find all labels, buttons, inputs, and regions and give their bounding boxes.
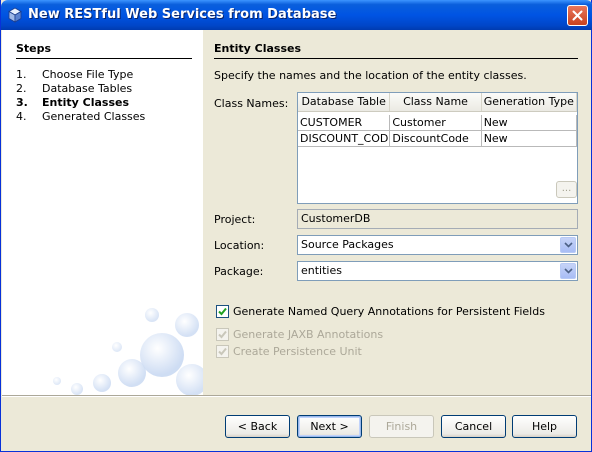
persistence-unit-checkbox[interactable] [216, 345, 229, 358]
jaxb-annotations-checkbox[interactable] [216, 328, 229, 341]
step-item: 2. Database Tables [16, 82, 132, 95]
class-names-label: Class Names: [214, 97, 289, 110]
table-row[interactable]: DISCOUNT_CODE DiscountCode New [298, 131, 577, 147]
table-header: Database Table Class Name Generation Typ… [298, 93, 577, 112]
dialog-window: New RESTful Web Services from Database S… [0, 0, 592, 452]
chevron-down-icon [563, 242, 573, 248]
step-label: Database Tables [42, 82, 133, 95]
package-combobox[interactable]: entities [297, 261, 578, 281]
step-number: 1. [16, 68, 27, 81]
dropdown-arrow[interactable] [560, 263, 576, 279]
step-label: Entity Classes [42, 96, 130, 109]
table-cell[interactable]: DiscountCode [390, 131, 482, 147]
table-cell[interactable]: Customer [390, 115, 482, 131]
package-label: Package: [214, 265, 264, 278]
close-icon [572, 10, 583, 21]
column-header-database-table[interactable]: Database Table [298, 93, 391, 111]
project-field: CustomerDB [297, 209, 578, 229]
chevron-down-icon [563, 268, 573, 274]
step-item: 4. Generated Classes [16, 110, 145, 123]
location-select[interactable]: Source Packages [297, 235, 578, 255]
checkmark-icon [218, 330, 227, 339]
table-cell[interactable]: DISCOUNT_CODE [298, 131, 391, 147]
window-title: New RESTful Web Services from Database [28, 7, 337, 22]
table-cell[interactable]: New [481, 115, 577, 131]
steps-heading: Steps [16, 42, 52, 55]
class-names-table[interactable]: Database Table Class Name Generation Typ… [297, 92, 578, 204]
named-query-checkbox[interactable] [216, 305, 229, 318]
help-button[interactable]: Help [512, 415, 577, 438]
location-selected-value: Source Packages [301, 238, 394, 251]
finish-button[interactable]: Finish [369, 415, 434, 438]
entity-classes-panel: Entity Classes Specify the names and the… [203, 30, 591, 395]
step-number: 2. [16, 82, 27, 95]
step-item-current: 3. Entity Classes [16, 96, 129, 109]
title-bar[interactable]: New RESTful Web Services from Database [1, 0, 592, 30]
location-label: Location: [214, 239, 265, 252]
decorative-bubbles-image [2, 285, 203, 395]
column-header-class-name[interactable]: Class Name [390, 93, 482, 111]
steps-panel: Steps 1. Choose File Type 2. Database Tabl… [2, 30, 203, 395]
checkmark-icon [218, 347, 227, 356]
named-query-checkbox-label[interactable]: Generate Named Query Annotations for Per… [233, 305, 545, 318]
step-label: Choose File Type [42, 68, 134, 81]
step-number: 3. [16, 96, 28, 109]
step-number: 4. [16, 110, 27, 123]
persistence-unit-checkbox-label: Create Persistence Unit [233, 345, 362, 358]
table-cell[interactable]: CUSTOMER [298, 115, 391, 131]
steps-divider [16, 58, 192, 59]
package-value[interactable]: entities [301, 264, 342, 277]
panel-description: Specify the names and the location of th… [214, 69, 527, 82]
browse-button[interactable]: ... [556, 181, 577, 198]
back-button[interactable]: < Back [225, 415, 290, 438]
column-header-generation-type[interactable]: Generation Type [482, 93, 577, 111]
panel-divider [214, 58, 578, 59]
step-label: Generated Classes [42, 110, 146, 123]
netbeans-cube-icon [8, 7, 22, 23]
dropdown-arrow[interactable] [560, 237, 576, 253]
step-item: 1. Choose File Type [16, 68, 133, 81]
cancel-button[interactable]: Cancel [441, 415, 506, 438]
next-button[interactable]: Next > [297, 415, 362, 438]
table-row[interactable]: CUSTOMER Customer New [298, 115, 577, 131]
table-cell[interactable]: New [481, 131, 577, 147]
project-label: Project: [214, 213, 256, 226]
panel-heading: Entity Classes [214, 42, 302, 55]
checkmark-icon [218, 307, 227, 316]
jaxb-annotations-checkbox-label: Generate JAXB Annotations [233, 328, 384, 341]
close-button[interactable] [567, 5, 588, 26]
footer-divider-highlight [2, 396, 591, 397]
